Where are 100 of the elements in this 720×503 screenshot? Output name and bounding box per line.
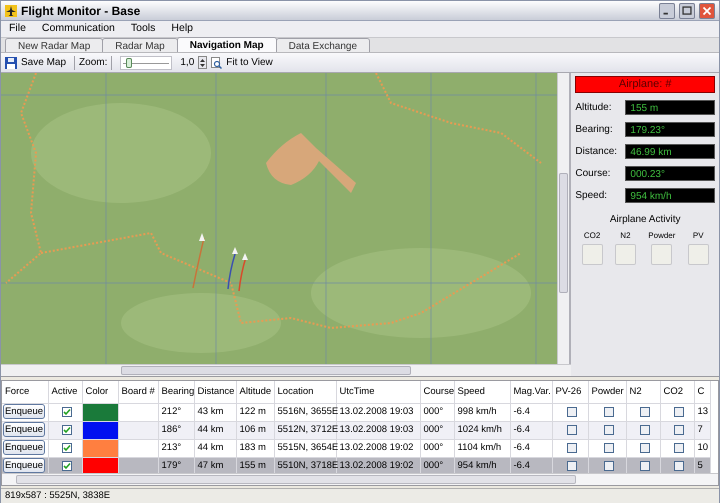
checkbox[interactable] bbox=[640, 425, 650, 435]
checkbox[interactable] bbox=[62, 461, 72, 471]
checkbox[interactable] bbox=[674, 425, 684, 435]
table-cell: 155 m bbox=[240, 460, 266, 471]
table-cell: 13 bbox=[698, 406, 708, 417]
table-cell: 13.02.2008 19:02 bbox=[340, 442, 414, 453]
horizontal-scrollbar[interactable] bbox=[2, 473, 718, 485]
column-header[interactable]: N2 bbox=[626, 381, 660, 403]
table-cell: 186° bbox=[162, 424, 182, 435]
save-map-button[interactable]: Save Map bbox=[5, 55, 70, 70]
table-cell: 000° bbox=[424, 406, 444, 417]
tab[interactable]: New Radar Map bbox=[5, 38, 104, 52]
table-cell: 13.02.2008 19:03 bbox=[340, 424, 414, 435]
table-cell: 5516N, 3655E bbox=[278, 406, 338, 417]
checkbox[interactable] bbox=[604, 461, 614, 471]
page-magnifier-icon bbox=[211, 56, 222, 68]
table-cell: 000° bbox=[424, 424, 444, 435]
column-header[interactable]: Board # bbox=[118, 381, 158, 403]
checkbox[interactable] bbox=[566, 407, 576, 417]
enqueue-button[interactable]: Enqueue bbox=[3, 458, 45, 474]
checkbox[interactable] bbox=[604, 443, 614, 453]
table-cell: 47 km bbox=[198, 460, 224, 471]
table-cell: 13.02.2008 19:02 bbox=[340, 460, 414, 471]
readout-field: 155 m bbox=[625, 100, 715, 114]
field-label: Altitude: bbox=[575, 100, 613, 114]
tab[interactable]: Data Exchange bbox=[276, 38, 370, 52]
column-header[interactable]: Active bbox=[48, 381, 82, 403]
checkbox[interactable] bbox=[604, 425, 614, 435]
checkbox[interactable] bbox=[640, 407, 650, 417]
table-cell: 43 km bbox=[198, 406, 224, 417]
column-header[interactable]: Mag.Var. bbox=[510, 381, 552, 403]
column-header[interactable]: Color bbox=[82, 381, 118, 403]
table-cell: 44 km bbox=[198, 442, 224, 453]
table-cell: 000° bbox=[424, 442, 444, 453]
fit-to-view-button[interactable]: Fit to View bbox=[211, 55, 273, 70]
horizontal-scrollbar[interactable] bbox=[1, 364, 571, 376]
column-header[interactable]: CO2 bbox=[660, 381, 694, 403]
table-cell: -6.4 bbox=[514, 406, 530, 417]
menu-item[interactable]: Help bbox=[171, 21, 193, 37]
menu-item[interactable]: Tools bbox=[130, 21, 156, 37]
checkbox[interactable] bbox=[674, 407, 684, 417]
column-header[interactable]: UtcTime bbox=[336, 381, 420, 403]
table-cell: -6.4 bbox=[514, 442, 530, 453]
table-row[interactable]: Enqueue 213° 44 km 183 m 5515N, 3654E 13.02.2008 19:02 000° 1104 km/h -6.4 10 bbox=[2, 439, 710, 457]
field-label: Course: bbox=[575, 166, 612, 180]
column-header[interactable]: Distance bbox=[194, 381, 236, 403]
table-cell: 000° bbox=[424, 460, 444, 471]
column-header[interactable]: Speed bbox=[454, 381, 510, 403]
maximize-button[interactable] bbox=[679, 2, 695, 18]
close-button[interactable] bbox=[699, 2, 715, 18]
checkbox[interactable] bbox=[62, 407, 72, 417]
readout-field: 46.99 km bbox=[625, 144, 715, 158]
checkbox[interactable] bbox=[640, 443, 650, 453]
enqueue-button[interactable]: Enqueue bbox=[3, 440, 45, 456]
menu-item[interactable]: Communication bbox=[42, 21, 115, 37]
window-title: Flight Monitor - Base bbox=[21, 2, 142, 20]
indicator-label: Powder bbox=[648, 230, 676, 242]
table-row[interactable]: Enqueue 212° 43 km 122 m 5516N, 3655E 13.02.2008 19:03 000° 998 km/h -6.4 13 bbox=[2, 403, 710, 421]
flight-track-drawing bbox=[192, 233, 248, 292]
checkbox[interactable] bbox=[566, 443, 576, 453]
table-cell: 44 km bbox=[198, 424, 224, 435]
spin-button[interactable] bbox=[198, 56, 208, 69]
airplane-icon bbox=[5, 4, 17, 16]
table-cell: 183 m bbox=[240, 442, 266, 453]
checkbox[interactable] bbox=[62, 443, 72, 453]
column-header[interactable]: PV-26 bbox=[552, 381, 588, 403]
column-header[interactable]: Location bbox=[274, 381, 336, 403]
table-row[interactable]: Enqueue 186° 44 km 106 m 5512N, 3712E 13.02.2008 19:03 000° 1024 km/h -6.4 7 bbox=[2, 421, 710, 439]
column-header[interactable]: Bearing bbox=[158, 381, 194, 403]
checkbox[interactable] bbox=[674, 443, 684, 453]
table-cell: 998 km/h bbox=[458, 406, 497, 417]
tab[interactable]: Radar Map bbox=[102, 38, 178, 52]
table-cell: -6.4 bbox=[514, 460, 530, 471]
minimize-button[interactable] bbox=[659, 2, 675, 18]
checkbox[interactable] bbox=[640, 461, 650, 471]
menu-item[interactable]: File bbox=[9, 21, 26, 37]
table-cell: 954 km/h bbox=[458, 460, 497, 471]
slider-thumb[interactable] bbox=[126, 58, 132, 68]
checkbox[interactable] bbox=[604, 407, 614, 417]
checkbox[interactable] bbox=[566, 461, 576, 471]
readout-field: 000.23° bbox=[625, 166, 715, 180]
activity-title: Airplane Activity bbox=[608, 213, 682, 227]
field-label: Speed: bbox=[575, 188, 608, 202]
field-label: Bearing: bbox=[575, 122, 614, 136]
indicator-label: CO2 bbox=[584, 230, 600, 242]
checkbox[interactable] bbox=[566, 425, 576, 435]
column-header[interactable]: C bbox=[694, 381, 710, 403]
enqueue-button[interactable]: Enqueue bbox=[3, 404, 45, 420]
column-header[interactable]: Altitude bbox=[236, 381, 274, 403]
checkbox[interactable] bbox=[674, 461, 684, 471]
tab[interactable]: Navigation Map bbox=[176, 37, 277, 52]
zoom-value: 1,0 bbox=[180, 56, 194, 70]
zoom-slider[interactable] bbox=[120, 56, 172, 70]
vertical-scrollbar[interactable] bbox=[557, 73, 570, 365]
checkbox[interactable] bbox=[62, 425, 72, 435]
column-header[interactable]: Force bbox=[2, 381, 48, 403]
column-header[interactable]: Powder bbox=[588, 381, 626, 403]
column-header[interactable]: Course bbox=[420, 381, 454, 403]
table-cell: 213° bbox=[162, 442, 182, 453]
enqueue-button[interactable]: Enqueue bbox=[3, 422, 45, 438]
